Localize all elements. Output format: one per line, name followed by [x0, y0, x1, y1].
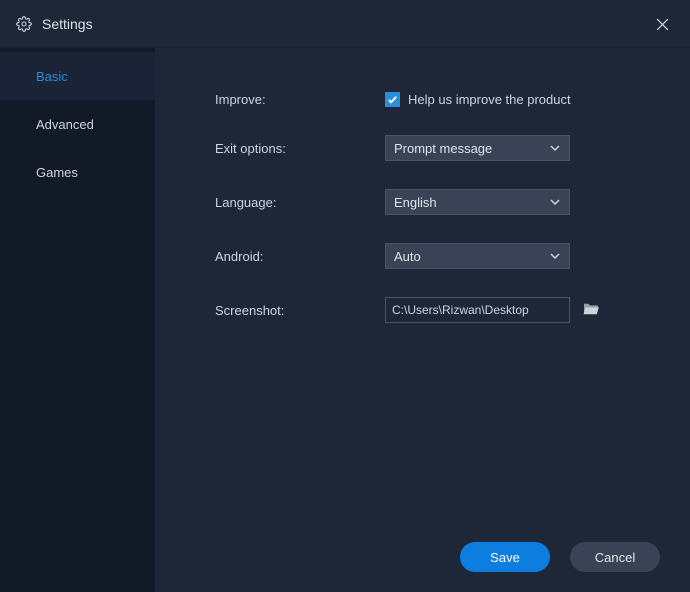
sidebar-item-basic[interactable]: Basic [0, 52, 155, 100]
sidebar-item-label: Games [36, 165, 78, 180]
language-label: Language: [215, 195, 385, 210]
android-label: Android: [215, 249, 385, 264]
save-button[interactable]: Save [460, 542, 550, 572]
sidebar-item-advanced[interactable]: Advanced [0, 100, 155, 148]
row-language: Language: English [155, 189, 690, 215]
sidebar-item-games[interactable]: Games [0, 148, 155, 196]
screenshot-path-wrap: C:\Users\Rizwan\Desktop [385, 297, 600, 323]
android-select[interactable]: Auto [385, 243, 570, 269]
exit-label: Exit options: [215, 141, 385, 156]
sidebar-item-label: Basic [36, 69, 68, 84]
language-select-value: English [394, 195, 437, 210]
window-title: Settings [42, 16, 93, 32]
chevron-down-icon [549, 196, 561, 208]
footer: Save Cancel [460, 542, 660, 572]
folder-open-icon [582, 302, 600, 319]
row-screenshot: Screenshot: C:\Users\Rizwan\Desktop [155, 297, 690, 323]
save-button-label: Save [490, 550, 520, 565]
chevron-down-icon [549, 142, 561, 154]
body: Basic Advanced Games Improve: Help us im… [0, 48, 690, 592]
titlebar: Settings [0, 0, 690, 48]
gear-icon [16, 16, 32, 32]
chevron-down-icon [549, 250, 561, 262]
browse-button[interactable] [582, 302, 600, 319]
screenshot-label: Screenshot: [215, 303, 385, 318]
screenshot-path-input[interactable]: C:\Users\Rizwan\Desktop [385, 297, 570, 323]
close-button[interactable] [646, 8, 678, 40]
screenshot-path-value: C:\Users\Rizwan\Desktop [392, 303, 529, 317]
improve-label: Improve: [215, 92, 385, 107]
row-improve: Improve: Help us improve the product [155, 92, 690, 107]
improve-checkbox-wrap: Help us improve the product [385, 92, 571, 107]
cancel-button-label: Cancel [595, 550, 635, 565]
language-select[interactable]: English [385, 189, 570, 215]
android-select-value: Auto [394, 249, 421, 264]
improve-checkbox[interactable] [385, 92, 400, 107]
row-exit: Exit options: Prompt message [155, 135, 690, 161]
exit-select[interactable]: Prompt message [385, 135, 570, 161]
sidebar: Basic Advanced Games [0, 48, 155, 592]
cancel-button[interactable]: Cancel [570, 542, 660, 572]
improve-checkbox-label[interactable]: Help us improve the product [408, 92, 571, 107]
exit-select-value: Prompt message [394, 141, 492, 156]
main-panel: Improve: Help us improve the product Exi… [155, 48, 690, 592]
row-android: Android: Auto [155, 243, 690, 269]
sidebar-item-label: Advanced [36, 117, 94, 132]
